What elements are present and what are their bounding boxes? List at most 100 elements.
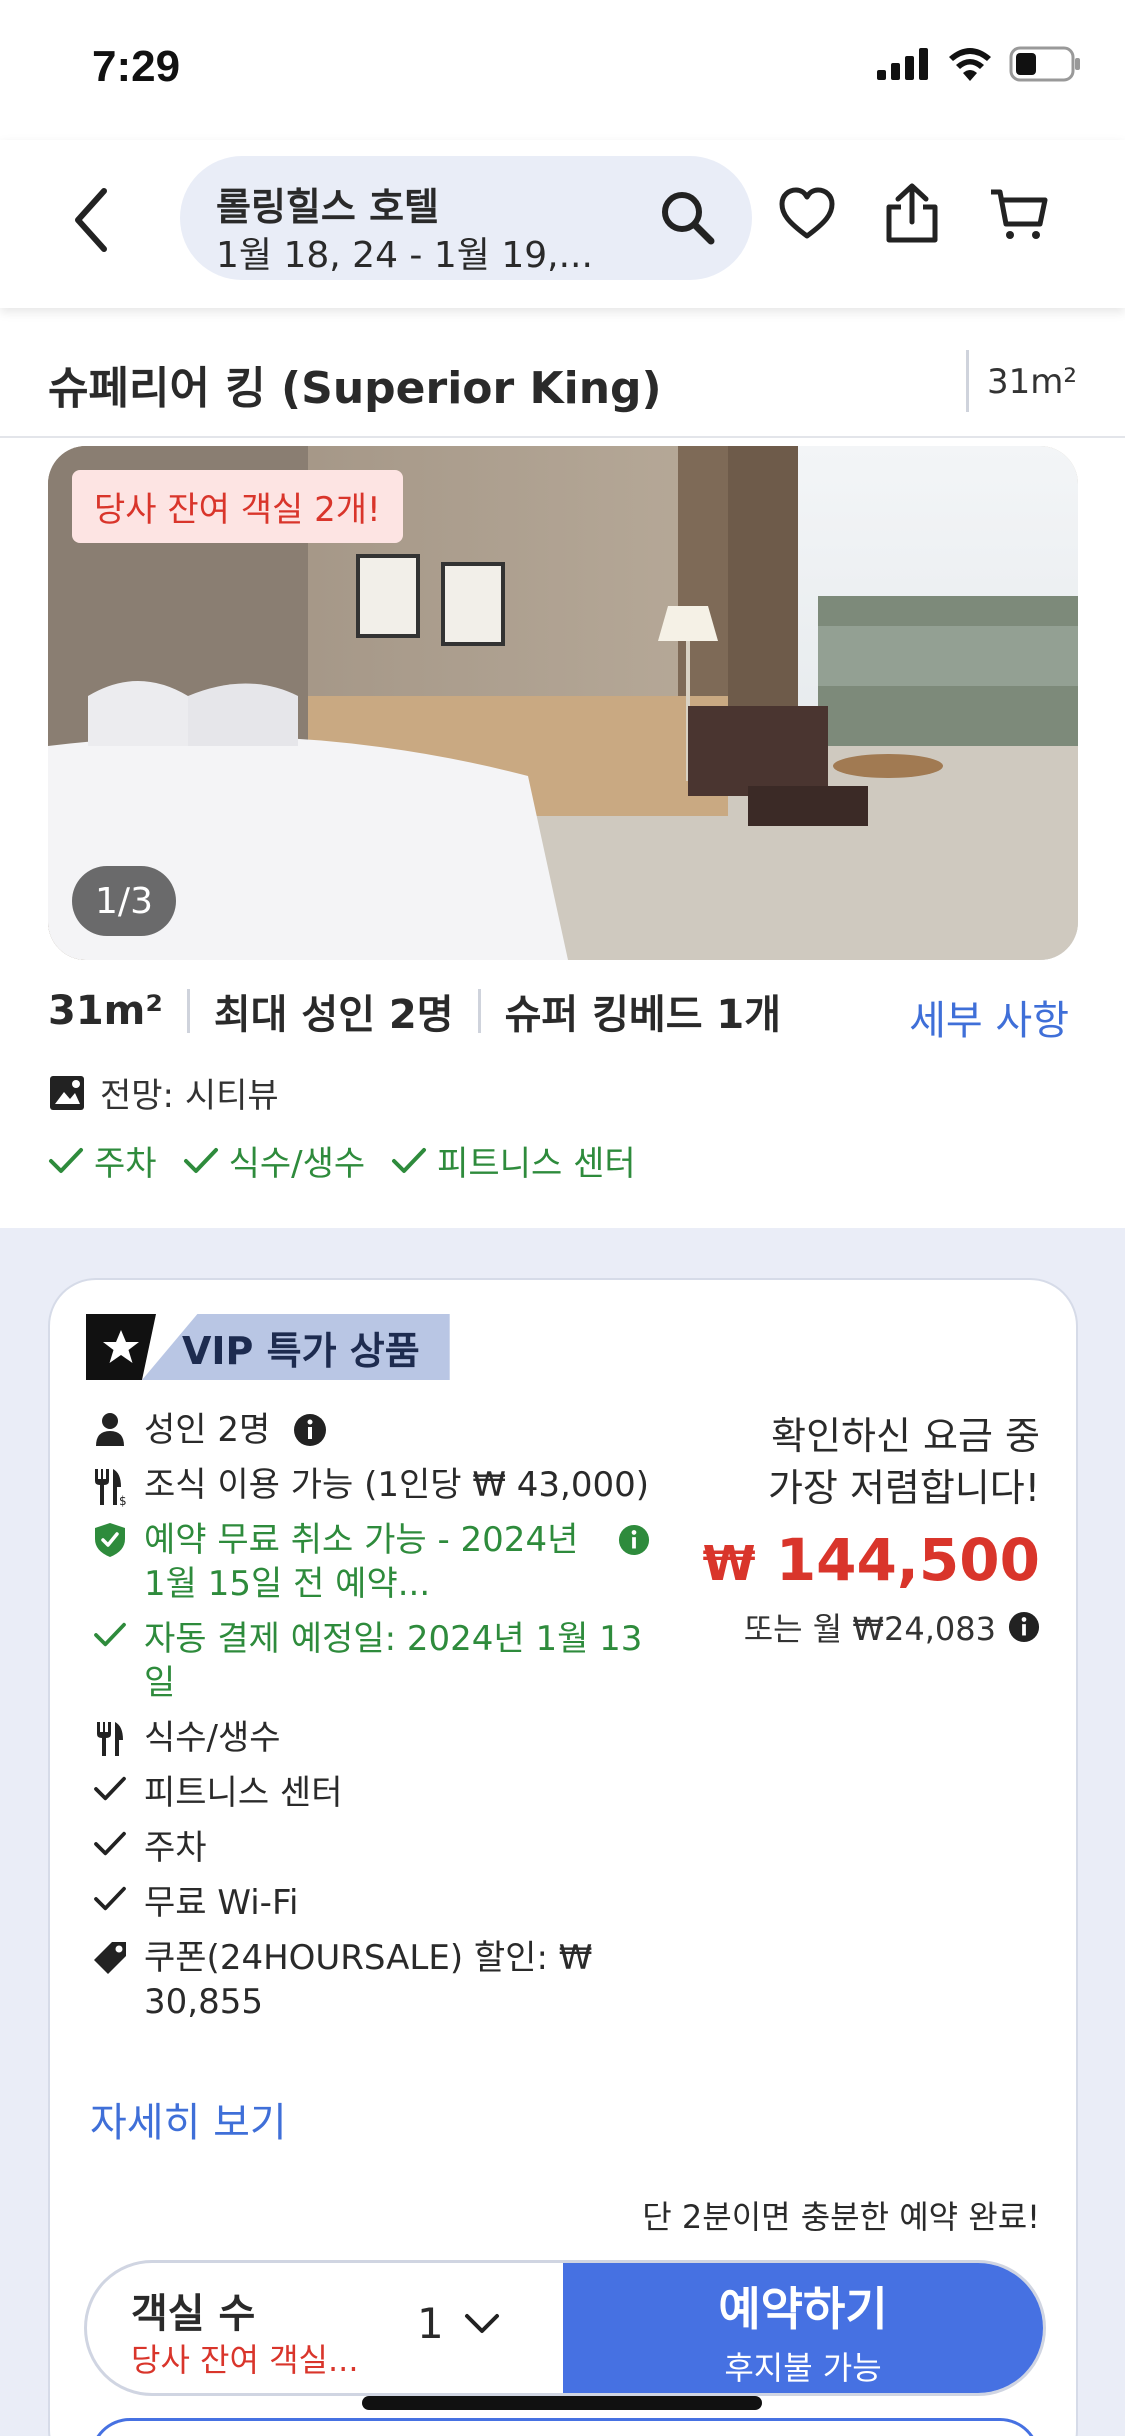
- room-quantity-value: 1: [417, 2299, 444, 2348]
- cutlery-icon: $: [95, 1469, 127, 1507]
- rooms-warning: 당사 잔여 객실...: [131, 2341, 359, 2379]
- more-details-link[interactable]: 자세히 보기: [90, 2090, 287, 2148]
- check-icon: [94, 1886, 126, 1911]
- search-icon: [662, 192, 715, 245]
- title-divider: [966, 350, 969, 412]
- status-icons: [877, 46, 1081, 82]
- search-summary-bar[interactable]: 롤링힐스 호텔 1월 18, 24 - 1월 19,...: [180, 156, 752, 280]
- wifi-icon: [949, 48, 991, 81]
- status-bar: 7:29: [0, 0, 1125, 140]
- book-button-label: 예약하기: [718, 2282, 888, 2336]
- cart-icon[interactable]: [988, 188, 1048, 242]
- fact-separator: [477, 989, 481, 1033]
- heart-icon[interactable]: [778, 186, 836, 242]
- check-icon: [183, 1147, 218, 1173]
- view-text: 전망: 시티뷰: [100, 1076, 279, 1116]
- cutlery-icon: [97, 1722, 123, 1756]
- chevron-left-icon: [75, 188, 107, 252]
- secondary-button[interactable]: [90, 2418, 1040, 2436]
- amenity-item: 식수/생수: [183, 1136, 366, 1185]
- chevron-down-icon: [464, 2313, 499, 2333]
- amenity-label: 피트니스 센터: [437, 1144, 636, 1184]
- back-button[interactable]: [70, 185, 130, 265]
- photo-counter: 1/3: [72, 866, 176, 936]
- amenity-label: 주차: [94, 1144, 157, 1184]
- amenity-label: 식수/생수: [228, 1144, 366, 1184]
- room-view: 전망: 시티뷰: [48, 1068, 279, 1117]
- info-icon[interactable]: [293, 1413, 327, 1447]
- guests-text: 성인 2명: [144, 1410, 271, 1450]
- check-icon: [392, 1147, 427, 1173]
- quick-booking-note: 단 2분이면 충분한 예약 완료!: [642, 2198, 1040, 2236]
- booking-bar: 객실 수 당사 잔여 객실... 1 예약하기 후지불 가능: [84, 2260, 1046, 2396]
- offer-card: VIP 특가 상품 성인 2명 $ 조식 이용 가능 (1인당 ₩ 43,000…: [48, 1278, 1078, 2436]
- feature-auto-pay: 자동 결제 예정일: 2024년 1월 13일: [90, 1617, 650, 1705]
- signal-icon: [877, 48, 928, 80]
- check-icon: [49, 1147, 83, 1173]
- svg-text:$: $: [119, 1494, 127, 1507]
- offer-features: 성인 2명 $ 조식 이용 가능 (1인당 ₩ 43,000) 예약 무료 취소…: [90, 1408, 650, 2035]
- parking-text: 주차: [144, 1828, 207, 1868]
- fact-separator: [186, 989, 190, 1033]
- shield-check-icon: [95, 1523, 125, 1557]
- view-icon: [50, 1075, 84, 1110]
- person-icon: [96, 1413, 124, 1446]
- fact-max-guests: 최대 성인 2명: [213, 992, 454, 1038]
- coupon-text: 쿠폰(24HOURSALE) 할인: ₩ 30,855: [144, 1938, 593, 2022]
- room-quantity-select[interactable]: 1: [417, 2299, 500, 2348]
- fitness-text: 피트니스 센터: [144, 1773, 343, 1813]
- check-icon: [94, 1622, 126, 1647]
- details-link[interactable]: 세부 사항: [909, 988, 1069, 1046]
- status-time: 7:29: [92, 42, 181, 91]
- vip-tag: VIP 특가 상품: [86, 1314, 450, 1380]
- rooms-label: 객실 수: [131, 2291, 256, 2337]
- feature-coupon: 쿠폰(24HOURSALE) 할인: ₩ 30,855: [90, 1936, 650, 2024]
- water-text: 식수/생수: [144, 1718, 281, 1758]
- amenity-item: 주차: [48, 1136, 157, 1185]
- check-icon: [94, 1776, 126, 1801]
- feature-wifi: 무료 Wi-Fi: [90, 1881, 650, 1925]
- feature-parking: 주차: [90, 1826, 650, 1870]
- feature-water: 식수/생수: [90, 1716, 650, 1760]
- feature-free-cancel: 예약 무료 취소 가능 - 2024년 1월 15일 전 예약...: [90, 1518, 650, 1606]
- amenity-item: 피트니스 센터: [391, 1136, 636, 1185]
- fact-bed: 슈퍼 킹베드 1개: [504, 992, 782, 1038]
- check-icon: [94, 1831, 126, 1856]
- book-button-sub: 후지불 가능: [724, 2349, 882, 2387]
- monthly-text: 또는 월 ₩24,083: [743, 1610, 996, 1648]
- room-facts: 31m² 최대 성인 2명 슈퍼 킹베드 1개: [48, 982, 781, 1040]
- room-photo-carousel[interactable]: 당사 잔여 객실 2개! 1/3: [48, 446, 1078, 960]
- free-cancel-text: 예약 무료 취소 가능 - 2024년 1월 15일 전 예약...: [144, 1520, 579, 1604]
- top-navigation: 롤링힐스 호텔 1월 18, 24 - 1월 19,...: [0, 140, 1125, 308]
- share-icon[interactable]: [884, 182, 940, 244]
- price-currency: ₩: [702, 1536, 756, 1592]
- wifi-text: 무료 Wi-Fi: [144, 1883, 299, 1923]
- info-icon-green[interactable]: [618, 1524, 650, 1556]
- vip-label: VIP 특가 상품: [142, 1314, 450, 1380]
- cheapest-line-2: 가장 저렴합니다!: [767, 1466, 1040, 1510]
- room-name: 슈페리어 킹 (Superior King): [48, 363, 662, 414]
- star-icon: [86, 1314, 156, 1380]
- search-dates: 1월 18, 24 - 1월 19,...: [216, 235, 593, 276]
- cheapest-line-1: 확인하신 요금 중: [771, 1414, 1040, 1458]
- info-icon[interactable]: [1008, 1611, 1040, 1643]
- divider: [0, 436, 1125, 438]
- book-button[interactable]: 예약하기 후지불 가능: [563, 2263, 1043, 2393]
- breakfast-text: 조식 이용 가능 (1인당 ₩ 43,000): [144, 1465, 650, 1505]
- feature-breakfast: $ 조식 이용 가능 (1인당 ₩ 43,000): [90, 1463, 650, 1507]
- fact-area: 31m²: [48, 988, 163, 1034]
- search-hotel-name: 롤링힐스 호텔: [216, 185, 439, 229]
- room-area: 31m²: [986, 362, 1077, 402]
- home-indicator: [362, 2396, 762, 2410]
- battery-icon: [1009, 46, 1080, 82]
- availability-badge: 당사 잔여 객실 2개!: [72, 470, 403, 543]
- price-amount: 144,500: [775, 1526, 1040, 1594]
- tag-icon: [94, 1942, 126, 1974]
- price: ₩ 144,500: [703, 1526, 1040, 1594]
- feature-guests: 성인 2명: [90, 1408, 650, 1452]
- price-block: 확인하신 요금 중 가장 저렴합니다! ₩ 144,500 또는 월 ₩24,0…: [703, 1410, 1040, 1650]
- room-amenities: 주차 식수/생수 피트니스 센터: [48, 1136, 662, 1185]
- feature-fitness: 피트니스 센터: [90, 1771, 650, 1815]
- monthly-price: 또는 월 ₩24,083: [703, 1604, 1040, 1650]
- auto-pay-text: 자동 결제 예정일: 2024년 1월 13일: [144, 1619, 643, 1703]
